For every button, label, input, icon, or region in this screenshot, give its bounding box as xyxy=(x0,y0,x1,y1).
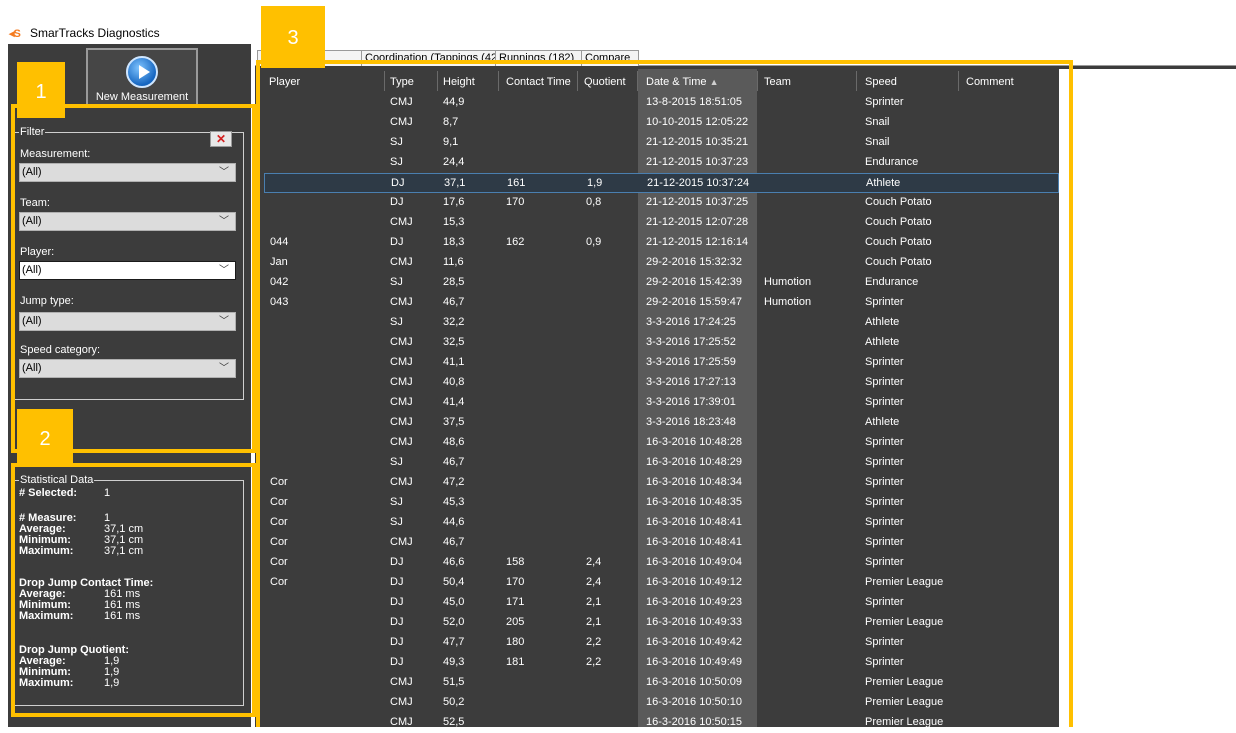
annotation-label-2: 2 xyxy=(17,409,73,465)
new-measurement-button[interactable]: New Measurement xyxy=(86,48,198,106)
annotation-box-2 xyxy=(11,463,256,717)
grid-empty-area xyxy=(1059,69,1236,727)
title-bar: ◂S SmarTracks Diagnostics xyxy=(0,0,1236,44)
new-measurement-label: New Measurement xyxy=(95,91,189,103)
window-title: SmarTracks Diagnostics xyxy=(30,26,160,40)
annotation-box-1 xyxy=(11,104,256,453)
annotation-label-1: 1 xyxy=(17,62,65,118)
annotation-box-3 xyxy=(256,60,1073,727)
play-icon xyxy=(126,56,158,88)
app-logo-icon: ◂S xyxy=(9,28,21,40)
annotation-label-3: 3 xyxy=(261,6,325,68)
